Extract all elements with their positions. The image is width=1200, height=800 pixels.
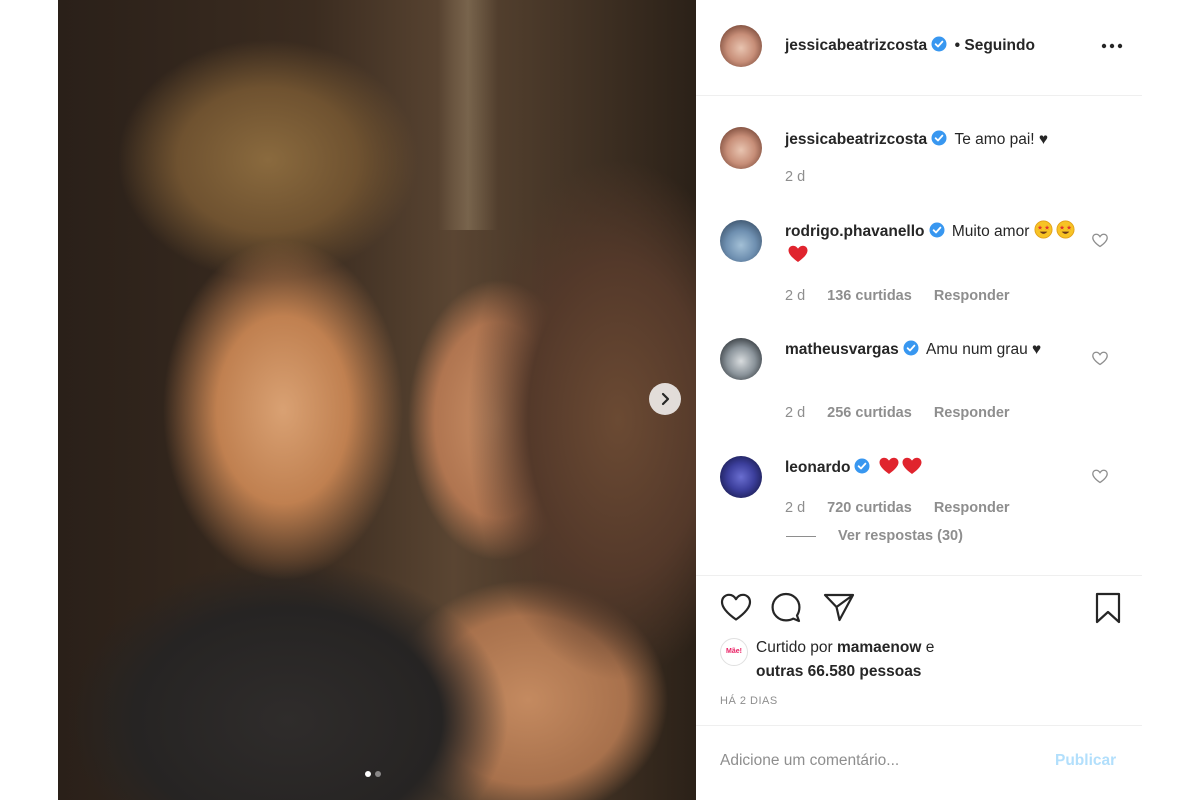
commenter-avatar[interactable] — [720, 456, 762, 498]
star-struck-emoji-icon — [1056, 220, 1075, 239]
comment-likes-count[interactable]: 256 curtidas — [827, 405, 912, 421]
comment-username[interactable]: rodrigo.phavanello — [785, 223, 925, 240]
caption-author-avatar[interactable] — [720, 127, 762, 169]
publish-button[interactable]: Publicar — [1055, 752, 1116, 770]
carousel-dot-active — [365, 771, 371, 777]
caption-username[interactable]: jessicabeatrizcosta — [785, 131, 927, 148]
liked-by-text: Curtido por mamaenow e outras 66.580 pes… — [756, 636, 934, 684]
comment-time[interactable]: 2 d — [785, 288, 805, 304]
liked-by-mid: e — [921, 639, 935, 656]
caption-meta: 2 d — [785, 169, 805, 185]
liked-by-prefix: Curtido por — [756, 639, 837, 656]
view-replies-label: Ver respostas (30) — [838, 528, 963, 544]
actions-top-divider — [696, 575, 1142, 576]
post-side-panel: jessicabeatrizcosta • Seguindo jessicabe… — [696, 0, 1142, 800]
reply-button[interactable]: Responder — [934, 288, 1010, 304]
comment-text: Muito amor — [951, 223, 1030, 240]
comment-box-divider — [696, 725, 1142, 726]
author-avatar[interactable] — [720, 25, 762, 67]
reply-button[interactable]: Responder — [934, 405, 1010, 421]
following-status[interactable]: • Seguindo — [955, 37, 1035, 54]
verified-badge-icon — [931, 36, 947, 52]
view-replies-button[interactable]: Ver respostas (30) — [786, 528, 963, 544]
red-heart-emoji-icon — [902, 457, 922, 474]
author-line: jessicabeatrizcosta • Seguindo — [785, 36, 1035, 55]
liked-by-others-count[interactable]: outras 66.580 pessoas — [756, 663, 921, 680]
comment-likes-count[interactable]: 720 curtidas — [827, 500, 912, 516]
photo-background-light — [438, 0, 498, 230]
comment-username[interactable]: leonardo — [785, 459, 850, 476]
chevron-right-icon — [661, 392, 670, 406]
liked-by-username[interactable]: mamaenow — [837, 639, 921, 656]
comment-meta: 2 d 136 curtidas Responder — [785, 288, 1010, 304]
comment-username[interactable]: matheusvargas — [785, 341, 899, 358]
carousel-dot — [375, 771, 381, 777]
red-heart-emoji-icon — [788, 245, 808, 262]
comment-text: Amu num grau ♥ — [926, 341, 1042, 358]
red-heart-emoji-icon — [879, 457, 899, 474]
comment-likes-count[interactable]: 136 curtidas — [827, 288, 912, 304]
author-username[interactable]: jessicabeatrizcosta — [785, 37, 927, 54]
verified-badge-icon — [854, 458, 870, 474]
comment-like-heart-icon[interactable] — [1092, 351, 1108, 366]
comment-time[interactable]: 2 d — [785, 405, 805, 421]
comment-text-line: leonardo — [785, 456, 1085, 480]
reply-button[interactable]: Responder — [934, 500, 1010, 516]
commenter-avatar[interactable] — [720, 338, 762, 380]
comment-meta: 2 d 720 curtidas Responder — [785, 500, 1010, 516]
carousel-next-button[interactable] — [649, 383, 681, 415]
caption-time[interactable]: 2 d — [785, 169, 805, 185]
comment-text-line: matheusvargas Amu num grau ♥ — [785, 338, 1075, 362]
more-options-button[interactable] — [1100, 34, 1124, 58]
comment-time[interactable]: 2 d — [785, 500, 805, 516]
comment-bubble-icon[interactable] — [770, 591, 802, 623]
replies-divider-line — [786, 535, 816, 537]
comment-meta: 2 d 256 curtidas Responder — [785, 405, 1010, 421]
carousel-indicator — [365, 771, 381, 777]
verified-badge-icon — [929, 222, 945, 238]
share-paper-plane-icon[interactable] — [823, 592, 855, 622]
star-struck-emoji-icon — [1034, 220, 1053, 239]
post-header: jessicabeatrizcosta • Seguindo — [696, 0, 1142, 96]
more-horizontal-icon — [1101, 43, 1123, 49]
comment-like-heart-icon[interactable] — [1092, 233, 1108, 248]
post-timestamp[interactable]: HÁ 2 DIAS — [720, 695, 778, 707]
caption-text-line: jessicabeatrizcosta Te amo pai! ♥ — [785, 128, 1085, 152]
liker-avatar[interactable]: Mãe! — [720, 638, 748, 666]
verified-badge-icon — [931, 130, 947, 146]
post-action-bar — [720, 590, 1130, 626]
comment-like-heart-icon[interactable] — [1092, 469, 1108, 484]
commenter-avatar[interactable] — [720, 220, 762, 262]
caption-text: Te amo pai! ♥ — [954, 131, 1049, 148]
comment-text-line: rodrigo.phavanello Muito amor — [785, 220, 1085, 268]
save-bookmark-icon[interactable] — [1094, 592, 1122, 624]
add-comment-input[interactable]: Adicione um comentário... — [720, 752, 899, 770]
liker-avatar-logo-text: Mãe! — [726, 648, 742, 655]
post-photo[interactable] — [58, 0, 696, 800]
verified-badge-icon — [903, 340, 919, 356]
like-heart-icon[interactable] — [720, 592, 752, 622]
